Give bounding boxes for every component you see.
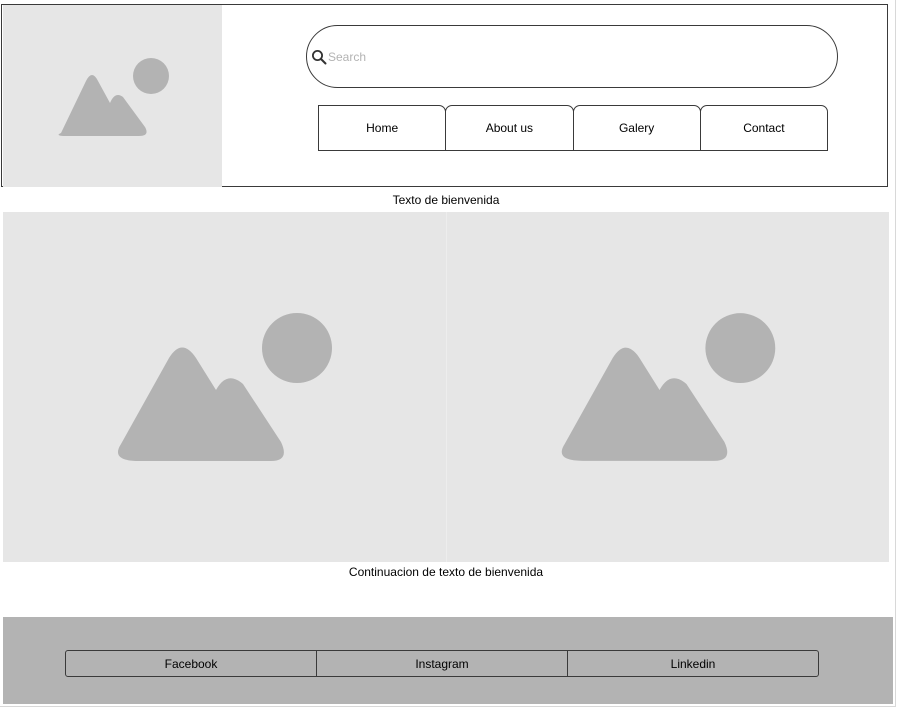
social-links: Facebook Instagram Linkedin [65,650,819,677]
search-icon [312,50,327,65]
nav-contact-button[interactable]: Contact [699,105,828,151]
linkedin-link[interactable]: Linkedin [568,651,818,676]
image-placeholder-icon [58,58,169,136]
instagram-link[interactable]: Instagram [317,651,568,676]
welcome-text: Texto de bienvenida [392,193,500,207]
main-nav: Home About us Galery Contact [318,105,828,151]
nav-home-button[interactable]: Home [318,105,447,151]
search-input[interactable] [328,47,808,67]
hero-image-left [3,212,446,562]
logo-image [3,5,222,187]
page-footer: Facebook Instagram Linkedin [3,617,893,704]
image-placeholder-icon [561,313,776,461]
hero-image-right [446,212,889,562]
nav-about-button[interactable]: About us [445,105,574,151]
search-bar[interactable] [306,25,838,88]
continuation-text: Continuacion de texto de bienvenida [348,565,544,579]
facebook-link[interactable]: Facebook [66,651,317,676]
image-placeholder-icon [117,313,332,461]
hero-gallery [3,212,889,562]
nav-galery-button[interactable]: Galery [572,105,701,151]
